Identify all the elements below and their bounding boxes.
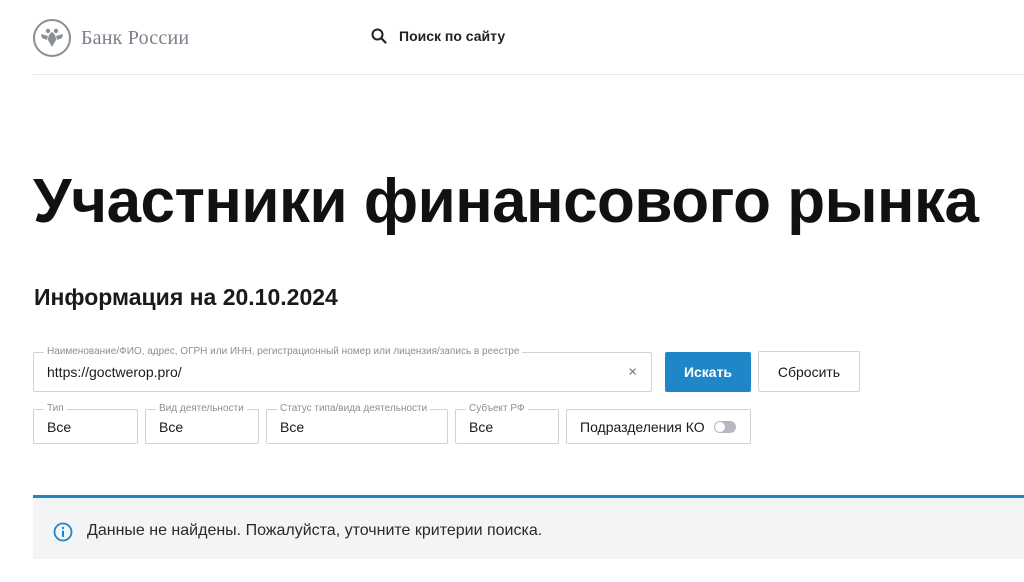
page-title: Участники финансового рынка: [33, 167, 979, 236]
info-icon: [53, 522, 73, 542]
type-select[interactable]: Тип Все: [33, 403, 138, 444]
page: Банк России Поиск по сайту Участники фин…: [0, 0, 1024, 582]
region-select-value: Все: [469, 418, 494, 435]
type-select-value: Все: [47, 418, 72, 435]
subdivisions-filter[interactable]: Подразделения КО: [566, 409, 751, 444]
logo-text: Банк России: [81, 26, 190, 49]
site-header: Банк России Поиск по сайту: [33, 0, 1024, 75]
search-link-label: Поиск по сайту: [399, 28, 506, 44]
activity-select[interactable]: Вид деятельности Все: [145, 403, 259, 444]
status-select-label: Статус типа/вида деятельности: [277, 403, 431, 415]
no-results-notice: Данные не найдены. Пожалуйста, уточните …: [33, 495, 1024, 559]
bank-logo[interactable]: Банк России: [33, 18, 189, 58]
search-button[interactable]: Искать: [665, 352, 751, 392]
status-select-value: Все: [280, 418, 305, 435]
eagle-emblem-icon: [33, 19, 71, 57]
status-select[interactable]: Статус типа/вида деятельности Все: [266, 403, 448, 444]
region-select-label: Субъект РФ: [466, 403, 528, 415]
subdivisions-label: Подразделения КО: [580, 418, 705, 435]
search-icon: [371, 28, 387, 44]
search-input[interactable]: Наименование/ФИО, адрес, ОГРН или ИНН, р…: [33, 346, 652, 392]
info-date-heading: Информация на 20.10.2024: [34, 284, 338, 310]
region-select[interactable]: Субъект РФ Все: [455, 403, 559, 444]
subdivisions-toggle[interactable]: [714, 421, 736, 433]
search-input-value: https://goctwerop.pro/: [47, 364, 182, 380]
toggle-knob: [715, 422, 725, 432]
notice-message: Данные не найдены. Пожалуйста, уточните …: [87, 522, 543, 539]
type-select-label: Тип: [44, 403, 67, 415]
clear-icon[interactable]: ×: [628, 365, 637, 380]
activity-select-value: Все: [159, 418, 184, 435]
site-search-link[interactable]: Поиск по сайту: [371, 28, 505, 44]
search-input-label: Наименование/ФИО, адрес, ОГРН или ИНН, р…: [44, 346, 523, 358]
activity-select-label: Вид деятельности: [156, 403, 247, 415]
reset-button[interactable]: Сбросить: [758, 351, 860, 392]
